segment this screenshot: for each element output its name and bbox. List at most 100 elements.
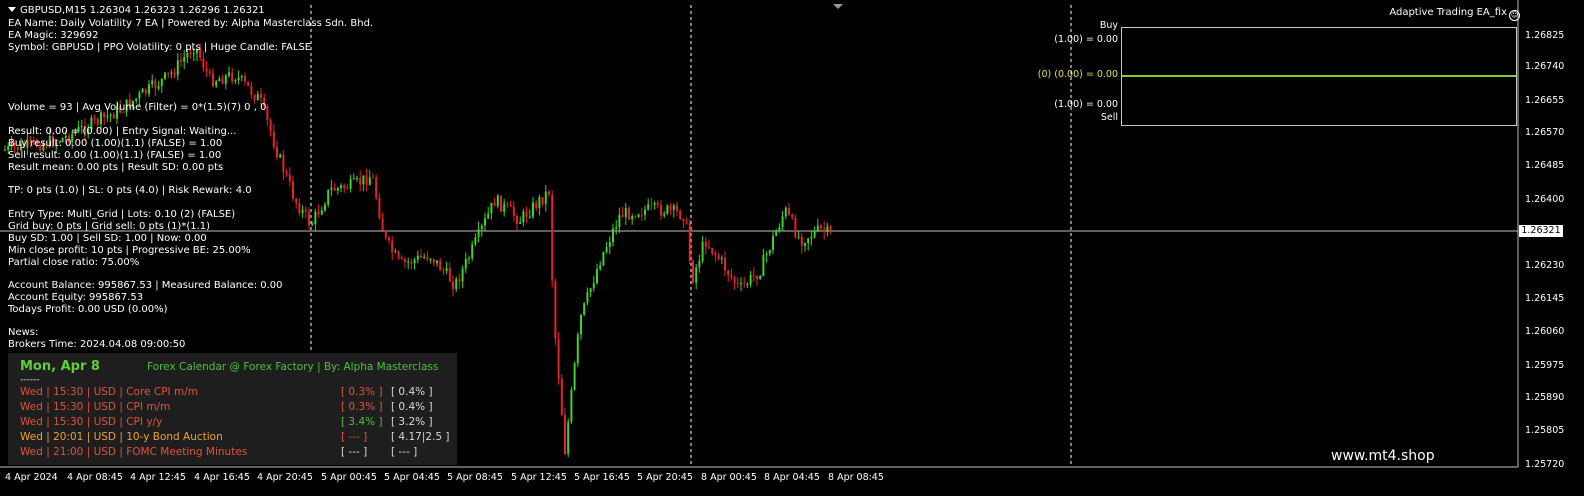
- candle-body: [602, 252, 605, 266]
- calendar-actual: [ 0.3% ]: [341, 401, 383, 413]
- candle-body: [672, 205, 675, 210]
- calendar-event: Wed | 20:01 | USD | 10-y Bond Auction: [20, 431, 223, 443]
- candle-body: [212, 73, 214, 87]
- candle-body: [458, 278, 461, 282]
- candle-body: [784, 207, 787, 217]
- candle-body: [157, 86, 160, 89]
- candle-body: [519, 222, 522, 224]
- candle-body: [93, 117, 96, 119]
- candle-body: [762, 255, 765, 277]
- candle-body: [244, 75, 246, 82]
- candle-body: [320, 210, 323, 215]
- candle-body: [557, 338, 560, 379]
- candle-body: [314, 211, 317, 225]
- candle-body: [445, 268, 448, 272]
- candle-body: [234, 80, 237, 82]
- candle-body: [429, 258, 432, 260]
- candle-body: [253, 94, 256, 101]
- gauge-mid-value: (0) (0.00) = 0.00: [1037, 69, 1118, 80]
- ea-info-line: EA Name: Daily Volatility 7 EA | Powered…: [8, 18, 374, 29]
- watermark-text: www.mt4.shop: [1331, 448, 1435, 464]
- candle-body: [807, 238, 810, 244]
- candle-body: [426, 256, 429, 260]
- candle-body: [250, 85, 253, 95]
- candle-body: [221, 78, 224, 84]
- time-tick: 5 Apr 16:45: [574, 472, 630, 483]
- candle-body: [535, 202, 538, 208]
- candle-body: [804, 243, 806, 246]
- candle-body: [560, 378, 563, 416]
- candle-body: [656, 203, 659, 205]
- candle-body: [400, 257, 403, 259]
- candle-body: [692, 260, 694, 283]
- forex-calendar-panel: Mon, Apr 8 Forex Calendar @ Forex Factor…: [8, 353, 457, 465]
- candle-body: [564, 415, 566, 455]
- candle-body: [688, 223, 691, 261]
- candle-body: [340, 185, 342, 188]
- calendar-actual: [ 3.4% ]: [341, 416, 383, 428]
- candle-body: [423, 256, 426, 258]
- candle-body: [740, 283, 742, 285]
- calendar-row: Wed | 21:00 | USD | FOMC Meeting Minutes…: [20, 446, 417, 458]
- price-tick: 1.26570: [1525, 127, 1565, 138]
- candle-body: [205, 68, 208, 72]
- time-tick: 8 Apr 08:45: [828, 472, 884, 483]
- ea-info-line: Symbol: GBPUSD | PPO Volatility: 0 pts |…: [8, 42, 312, 53]
- calendar-forecast: [ 3.2% ]: [391, 416, 433, 428]
- ea-info-line: Sell result: 0.00 (1.00)(1.1) (FALSE) = …: [8, 150, 222, 161]
- calendar-event: Wed | 21:00 | USD | FOMC Meeting Minutes: [20, 446, 248, 458]
- calendar-actual: [ --- ]: [341, 446, 368, 458]
- candle-body: [823, 228, 826, 232]
- candle-body: [413, 259, 416, 264]
- dropdown-triangle-icon[interactable]: [8, 7, 16, 12]
- candle-body: [474, 237, 477, 245]
- candle-body: [695, 267, 698, 283]
- ea-info-line: Account Balance: 995867.53 | Measured Ba…: [8, 280, 283, 291]
- candle-body: [170, 72, 173, 74]
- candle-body: [269, 120, 272, 132]
- candle-body: [471, 244, 474, 259]
- candle-body: [714, 253, 717, 255]
- candle-body: [624, 207, 627, 218]
- candle-body: [608, 241, 611, 248]
- candle-body: [743, 283, 746, 285]
- price-tick: 1.26825: [1525, 30, 1565, 41]
- candle-body: [439, 260, 442, 271]
- ea-info-line: Buy result: 0.00 (1.00)(1.1) (FALSE) = 1…: [8, 138, 223, 149]
- candle-body: [288, 174, 291, 182]
- candle-body: [346, 188, 349, 190]
- candle-body: [676, 205, 678, 211]
- candle-body: [148, 84, 150, 94]
- candle-body: [800, 236, 803, 246]
- candle-body: [580, 314, 582, 335]
- candle-body: [583, 302, 586, 315]
- candle-body: [452, 281, 454, 290]
- candle-body: [551, 194, 554, 281]
- candle-body: [708, 247, 710, 249]
- candle-body: [109, 114, 112, 116]
- candle-body: [202, 57, 205, 69]
- ea-info-line: Volume = 93 | Avg Volume (Filter) = 0*(1…: [8, 102, 267, 113]
- candle-body: [797, 236, 800, 238]
- candle-body: [746, 284, 749, 286]
- candle-body: [711, 247, 714, 254]
- candle-body: [407, 261, 410, 263]
- candle-body: [279, 154, 282, 158]
- candle-body: [733, 277, 736, 283]
- candle-body: [730, 274, 733, 278]
- candle-body: [637, 214, 640, 218]
- candle-body: [752, 274, 755, 276]
- candle-body: [112, 114, 115, 119]
- candle-body: [164, 72, 166, 79]
- calendar-row: Wed | 20:01 | USD | 10-y Bond Auction [ -…: [20, 431, 449, 443]
- candle-body: [810, 236, 813, 239]
- smiley-icon: ☺: [1509, 10, 1520, 21]
- candle-body: [704, 241, 707, 248]
- candle-body: [775, 230, 778, 236]
- calendar-event: Wed | 15:30 | USD | CPI m/m: [20, 401, 171, 413]
- candle-body: [724, 257, 726, 271]
- chart-shift-marker[interactable]: [833, 4, 843, 9]
- candle-body: [615, 227, 618, 229]
- price-tick: 1.25805: [1525, 425, 1565, 436]
- candle-body: [106, 115, 109, 118]
